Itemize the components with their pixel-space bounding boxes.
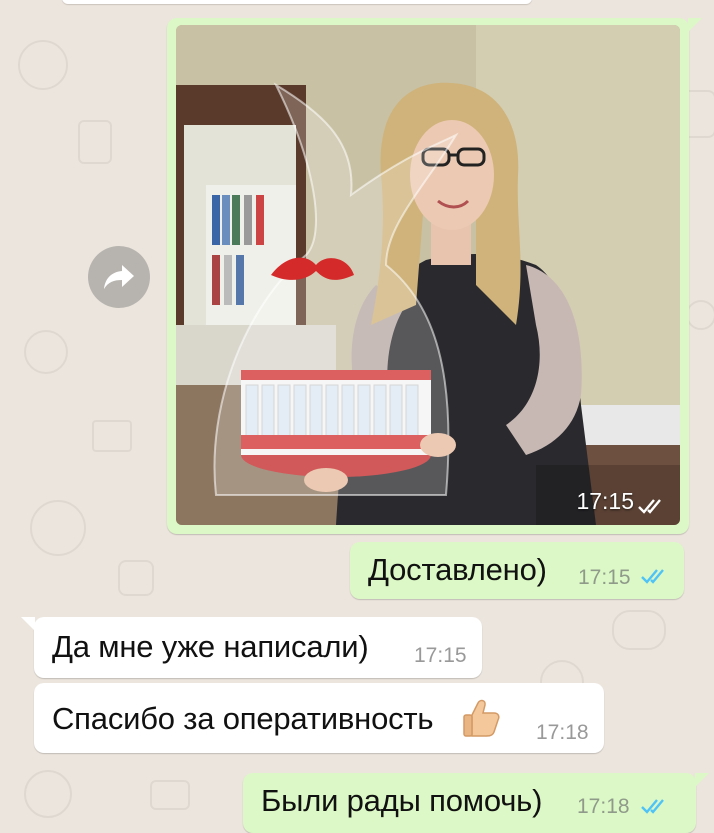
- message-text: Спасибо за оперативность: [52, 701, 434, 736]
- photo-timestamp: 17:15: [576, 488, 634, 514]
- incoming-message-bubble[interactable]: Да мне уже написали) 17:15: [21, 617, 482, 678]
- message-timestamp: 17:18: [577, 795, 630, 818]
- double-check-icon: [641, 569, 664, 584]
- double-check-icon: [638, 499, 661, 514]
- incoming-message-bubble[interactable]: Спасибо за оперативность 17:18: [34, 683, 604, 753]
- outgoing-message-bubble[interactable]: Доставлено) 17:15: [350, 542, 684, 599]
- message-timestamp: 17:15: [414, 644, 467, 667]
- message-timestamp: 17:18: [536, 721, 589, 744]
- message-text: Доставлено): [368, 552, 547, 587]
- previous-message-bubble: [62, 0, 532, 4]
- forward-button[interactable]: [88, 246, 150, 308]
- photo-message[interactable]: 17:15: [167, 18, 702, 534]
- forward-arrow-icon: [104, 265, 134, 289]
- message-text: Были рады помочь): [261, 783, 543, 818]
- message-timestamp: 17:15: [578, 566, 631, 589]
- thumbs-up-emoji-icon: [463, 699, 500, 737]
- photo-image[interactable]: 17:15: [176, 25, 680, 525]
- double-check-icon: [641, 799, 664, 814]
- outgoing-message-bubble[interactable]: Были рады помочь) 17:18: [243, 773, 709, 833]
- message-text: Да мне уже написали): [52, 629, 369, 664]
